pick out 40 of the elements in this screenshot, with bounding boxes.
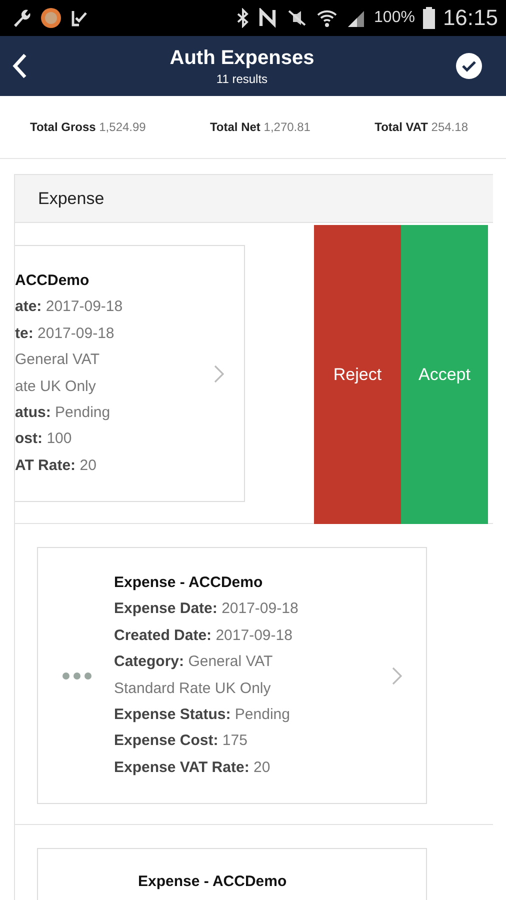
field-line: ate UK Only xyxy=(15,376,96,396)
chevron-icon xyxy=(214,364,224,382)
field-line: atus: Pending xyxy=(15,402,110,423)
battery-percent: 100% xyxy=(374,9,415,27)
field-line: Expense Date: 2017-09-18 xyxy=(114,599,298,620)
card-title: ACCDemo xyxy=(15,270,90,291)
field-line: Category: General VAT xyxy=(114,652,273,672)
field-line: Expense Cost: 175 xyxy=(114,731,248,752)
section-title: Expense xyxy=(38,188,104,208)
total-summary: Total VAT 254.18 xyxy=(374,120,468,134)
chevron-icon xyxy=(392,666,402,684)
card-title: Expense - ACCDemo xyxy=(138,872,287,892)
field-line: AT Rate: 20 xyxy=(15,456,96,476)
nfc-icon xyxy=(258,8,278,28)
expense-card[interactable]: ACCDemo ate: 2017-09-18 te: 2017-09-18 General VAT ate UK Only atus: Pending ost: 100 AT Rate: 20 xyxy=(15,245,245,502)
field-line: ost: 100 xyxy=(15,429,72,450)
battery-icon xyxy=(422,7,435,29)
check-list-icon xyxy=(70,8,90,28)
app-icon xyxy=(40,7,62,29)
field-line: Created Date: 2017-09-18 xyxy=(114,626,292,646)
field-line: Standard Rate UK Only xyxy=(114,678,271,698)
total-summary: Total Net 1,270.81 xyxy=(210,120,310,134)
swipe-action-button[interactable]: Reject xyxy=(314,225,401,524)
result-count: 11 results xyxy=(216,72,268,86)
check-icon[interactable] xyxy=(456,53,482,79)
expense-card[interactable]: Expense - ACCDemo Expense Date: 2017-09-18 Created Date: 2017-09-18 Category: General VAT Standard Rate UK Only Expense Status: Pending Expense Cost: 175 Expense VAT Rate: 20 xyxy=(37,547,427,804)
bluetooth-icon xyxy=(236,8,250,28)
field-line: Expense VAT Rate: 20 xyxy=(114,758,270,778)
total-summary: Total Gross 1,524.99 xyxy=(30,120,146,134)
clock: 16:15 xyxy=(442,5,498,31)
field-line: te: 2017-09-18 xyxy=(15,324,114,344)
mute-icon xyxy=(286,8,308,28)
expense-card[interactable]: Expense - ACCDemo xyxy=(37,848,427,900)
field-line: Expense Status: Pending xyxy=(114,704,290,725)
field-line: General VAT xyxy=(15,350,100,370)
field-line: ate: 2017-09-18 xyxy=(15,297,123,318)
wifi-icon xyxy=(316,8,338,28)
back-icon[interactable] xyxy=(12,53,28,79)
card-title: Expense - ACCDemo xyxy=(114,572,263,593)
screen-title: Auth Expenses xyxy=(170,46,314,70)
